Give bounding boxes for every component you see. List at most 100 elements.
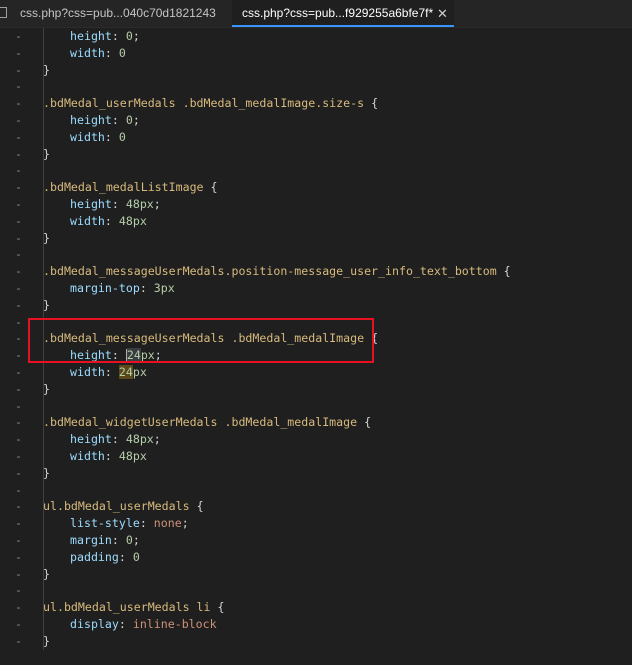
- diff-removed-marker: -: [15, 600, 22, 615]
- punctuation: }: [43, 297, 50, 312]
- diff-removed-marker: -: [15, 96, 22, 111]
- code-line: }: [43, 230, 50, 247]
- diff-removed-marker: -: [15, 163, 22, 178]
- code-line: }: [43, 146, 50, 163]
- highlight-box: [28, 318, 374, 363]
- code-line: }: [43, 465, 50, 482]
- punctuation: }: [43, 381, 50, 396]
- diff-removed-marker: -: [15, 633, 22, 648]
- punctuation: {: [496, 264, 511, 279]
- diff-removed-marker: -: [15, 566, 22, 581]
- code-line: .bdMedal_medalListImage {: [43, 179, 218, 196]
- code-line: display: inline-block: [70, 616, 217, 633]
- code-line: width: 0: [70, 45, 126, 62]
- code-line: margin-top: 3px: [70, 280, 175, 297]
- css-selector: ul.bdMedal_userMedals: [43, 499, 190, 514]
- punctuation: ;: [132, 533, 140, 547]
- diff-removed-marker: -: [15, 516, 22, 531]
- diff-removed-marker: -: [15, 617, 22, 631]
- punctuation: :: [111, 29, 126, 43]
- diff-removed-marker: -: [15, 113, 22, 127]
- diff-removed-marker: -: [15, 549, 22, 564]
- diff-removed-marker: -: [15, 129, 22, 144]
- css-property: margin-top: [70, 281, 140, 295]
- css-property: height: [70, 113, 112, 127]
- close-icon[interactable]: ✕: [437, 0, 448, 27]
- tab-label: css.php?css=pub...f929255a6bfe7f*: [242, 6, 434, 20]
- diff-removed-marker: -: [15, 29, 22, 43]
- code-line: padding: 0: [70, 549, 140, 566]
- css-number: 0: [132, 549, 140, 564]
- code-line: ul.bdMedal_userMedals {: [43, 498, 204, 515]
- code-line: }: [43, 566, 50, 583]
- active-tab-indicator: [232, 25, 454, 27]
- css-value: inline-block: [132, 617, 217, 631]
- diff-removed-marker: -: [15, 415, 22, 430]
- split-editor-icon: [0, 7, 7, 18]
- css-selector: .bdMedal_medalListImage: [43, 180, 204, 195]
- css-number: 0: [125, 113, 133, 127]
- diff-removed-marker: -: [15, 398, 22, 413]
- diff-removed-marker: -: [15, 281, 22, 295]
- diff-removed-marker: -: [15, 79, 22, 94]
- punctuation: ;: [132, 29, 140, 43]
- css-number-match: 24: [118, 365, 133, 379]
- diff-removed-marker: -: [15, 62, 22, 77]
- punctuation: ;: [132, 113, 140, 127]
- css-selector: .bdMedal_messageUserMedals.position-mess…: [43, 264, 497, 279]
- punctuation: :: [139, 516, 154, 531]
- diff-removed-marker: -: [15, 180, 22, 195]
- code-line: height: 0;: [70, 28, 140, 45]
- css-property: display: [70, 617, 119, 631]
- tab-bar: css.php?css=pub...040c70d1821243 css.php…: [0, 0, 632, 28]
- punctuation: }: [43, 62, 50, 77]
- punctuation: ;: [153, 197, 161, 211]
- punctuation: :: [104, 449, 119, 463]
- code-line: height: 0;: [70, 112, 140, 129]
- css-number: 0: [118, 45, 126, 60]
- code-line: width: 48px: [70, 213, 147, 230]
- css-property: height: [70, 432, 112, 447]
- diff-removed-marker: -: [15, 213, 22, 228]
- css-property: width: [70, 449, 105, 463]
- tab-label: css.php?css=pub...040c70d1821243: [20, 6, 216, 20]
- css-property: list-style: [70, 516, 140, 531]
- code-line: height: 48px;: [70, 196, 161, 213]
- diff-removed-marker: -: [15, 247, 22, 262]
- tab-inactive[interactable]: css.php?css=pub...040c70d1821243: [0, 0, 226, 27]
- tab-active[interactable]: css.php?css=pub...f929255a6bfe7f* ✕: [232, 0, 454, 27]
- css-property: width: [70, 365, 105, 379]
- code-line: }: [43, 381, 50, 398]
- css-number: 48px: [125, 197, 154, 211]
- diff-removed-marker: -: [15, 297, 22, 312]
- code-line: height: 48px;: [70, 431, 161, 448]
- css-number: 48px: [118, 213, 147, 228]
- css-number: 48px: [118, 449, 147, 463]
- code-line: width: 24px: [70, 364, 147, 381]
- punctuation: :: [111, 432, 126, 447]
- code-line: width: 48px: [70, 448, 147, 465]
- diff-removed-marker: -: [15, 230, 22, 245]
- punctuation: }: [43, 230, 50, 245]
- punctuation: {: [364, 96, 379, 111]
- code-line: }: [43, 297, 50, 314]
- code-line: }: [43, 633, 50, 650]
- diff-removed-marker: -: [15, 45, 22, 60]
- code-line: .bdMedal_messageUserMedals.position-mess…: [43, 263, 511, 280]
- diff-removed-marker: -: [15, 482, 22, 497]
- punctuation: ;: [181, 516, 189, 531]
- punctuation: :: [111, 533, 126, 547]
- css-selector: .bdMedal_userMedals .bdMedal_medalImage.…: [43, 96, 365, 111]
- punctuation: }: [43, 146, 50, 161]
- diff-removed-marker: -: [15, 348, 22, 363]
- punctuation: :: [104, 365, 119, 379]
- css-number: 0: [125, 533, 133, 547]
- css-number: 3px: [153, 281, 175, 295]
- punctuation: }: [43, 465, 50, 480]
- diff-removed-marker: -: [15, 365, 22, 379]
- diff-removed-marker: -: [15, 533, 22, 547]
- diff-removed-marker: -: [15, 432, 22, 447]
- punctuation: {: [203, 180, 218, 195]
- diff-removed-marker: -: [15, 264, 22, 279]
- code-line: list-style: none;: [70, 515, 189, 532]
